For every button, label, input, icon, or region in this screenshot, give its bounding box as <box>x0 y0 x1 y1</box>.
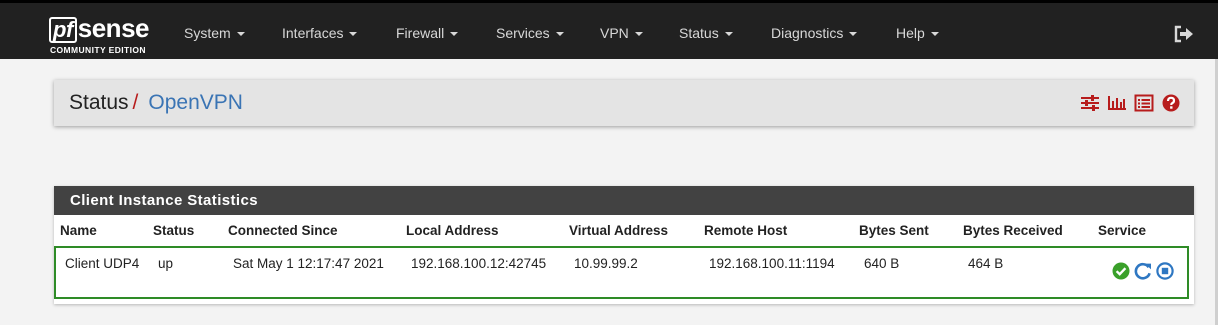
nav-vpn-label: VPN <box>600 25 629 41</box>
nav-services-label: Services <box>496 25 550 41</box>
cell-connected-since: Sat May 1 12:17:47 2021 <box>233 256 384 271</box>
caret-down-icon <box>930 32 939 37</box>
cell-virtual-address: 10.99.99.2 <box>574 256 638 271</box>
caret-down-icon <box>555 32 564 37</box>
caret-down-icon <box>450 32 459 37</box>
brand-logo-word: sense <box>77 13 150 43</box>
nav-firewall-label: Firewall <box>396 25 445 41</box>
caret-down-icon <box>849 32 858 37</box>
cell-name: Client UDP4 <box>65 256 140 271</box>
client-stats-panel: Client Instance Statistics Name Status C… <box>54 186 1194 304</box>
help-icon[interactable] <box>1161 94 1181 112</box>
breadcrumb-separator: / <box>132 91 139 114</box>
restart-icon[interactable] <box>1134 262 1152 280</box>
sign-out-icon[interactable] <box>1174 25 1194 43</box>
breadcrumb-bar: Status / OpenVPN <box>54 80 1194 126</box>
nav-help-label: Help <box>896 25 925 41</box>
col-header-service: Service <box>1098 223 1147 238</box>
breadcrumb-actions <box>1080 94 1180 112</box>
caret-down-icon <box>349 32 358 37</box>
col-header-virtual-address: Virtual Address <box>569 223 669 238</box>
nav-system-menu[interactable]: System <box>184 23 245 43</box>
col-header-remote-host: Remote Host <box>704 223 788 238</box>
nav-help-menu[interactable]: Help <box>896 23 939 43</box>
pfsense-logo[interactable]: pf sense COMMUNITY EDITION <box>49 13 157 57</box>
nav-vpn-menu[interactable]: VPN <box>600 23 643 43</box>
brand-edition: COMMUNITY EDITION <box>50 45 146 55</box>
col-header-bytes-sent: Bytes Sent <box>859 223 929 238</box>
cell-local-address: 192.168.100.12:42745 <box>411 256 547 271</box>
nav-interfaces-label: Interfaces <box>282 25 344 41</box>
nav-status-menu[interactable]: Status <box>679 23 733 43</box>
sliders-icon[interactable] <box>1080 94 1100 112</box>
cell-bytes-sent: 640 B <box>864 256 900 271</box>
list-icon[interactable] <box>1134 94 1154 112</box>
cell-status: up <box>158 256 174 271</box>
nav-diagnostics-label: Diagnostics <box>771 25 844 41</box>
nav-firewall-menu[interactable]: Firewall <box>396 23 459 43</box>
table-row <box>54 246 1189 299</box>
cell-remote-host: 192.168.100.11:1194 <box>709 256 835 271</box>
stop-icon[interactable] <box>1156 262 1174 280</box>
panel-title: Client Instance Statistics <box>54 186 1194 215</box>
caret-down-icon <box>724 32 733 37</box>
top-navbar: pf sense COMMUNITY EDITION System Interfa… <box>0 0 1218 59</box>
caret-down-icon <box>236 32 245 37</box>
breadcrumb-current-link[interactable]: OpenVPN <box>148 91 243 114</box>
breadcrumb: Status / OpenVPN <box>69 90 243 116</box>
nav-interfaces-menu[interactable]: Interfaces <box>282 23 358 43</box>
bar-chart-icon[interactable] <box>1107 94 1127 112</box>
nav-status-label: Status <box>679 25 719 41</box>
col-header-bytes-received: Bytes Received <box>963 223 1063 238</box>
nav-system-label: System <box>184 25 231 41</box>
col-header-local-address: Local Address <box>406 223 499 238</box>
col-header-status: Status <box>153 223 195 238</box>
cell-bytes-received: 464 B <box>968 256 1004 271</box>
brand-logo-text: pf sense <box>49 13 150 43</box>
nav-diagnostics-menu[interactable]: Diagnostics <box>771 23 858 43</box>
running-check-icon <box>1112 262 1130 280</box>
breadcrumb-parent: Status <box>69 91 129 114</box>
col-header-connected-since: Connected Since <box>228 223 338 238</box>
caret-down-icon <box>634 32 643 37</box>
brand-logo-prefix: pf <box>49 17 77 43</box>
col-header-name: Name <box>60 223 97 238</box>
nav-services-menu[interactable]: Services <box>496 23 564 43</box>
